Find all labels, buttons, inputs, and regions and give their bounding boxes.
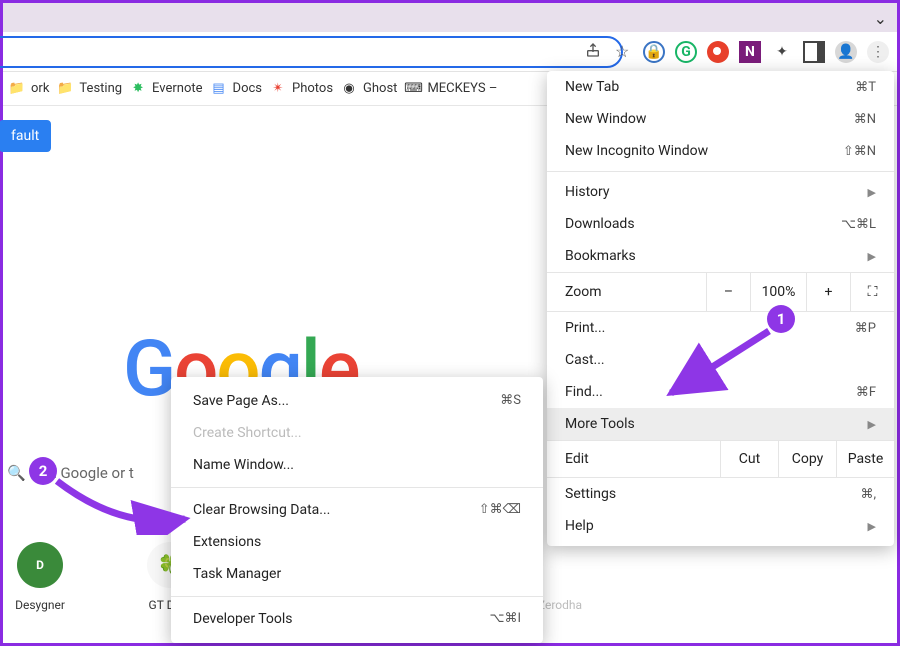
bookmark-label: Photos [292, 81, 333, 96]
menu-edit-row: Edit Cut Copy Paste [547, 440, 894, 478]
bookmark-photos[interactable]: ✴ Photos [270, 81, 333, 97]
share-icon[interactable] [585, 42, 605, 62]
folder-icon: 📁 [57, 81, 73, 97]
docs-icon: ▤ [211, 81, 227, 97]
callout-one: 1 [767, 305, 795, 333]
kebab-menu-icon[interactable]: ⋮ [867, 41, 889, 63]
cut-button[interactable]: Cut [720, 441, 778, 477]
extension-icons: 🔒 G N ✦ 👤 ⋮ [643, 41, 889, 63]
bookmark-work[interactable]: 📁 ork [9, 81, 49, 97]
zoom-label: Zoom [547, 274, 706, 310]
profile-avatar[interactable]: 👤 [835, 41, 857, 63]
default-button[interactable]: fault [0, 120, 51, 152]
shortcut-icon: D [17, 542, 63, 588]
zoom-out-button[interactable]: – [706, 273, 750, 311]
bookmark-label: Ghost [363, 81, 397, 96]
submenu-save-page[interactable]: Save Page As...⌘S [171, 385, 543, 417]
chevron-down-icon[interactable]: ⌄ [874, 9, 887, 28]
shortcut-desygner[interactable]: D Desygner [7, 542, 73, 612]
onenote-icon[interactable]: N [739, 41, 761, 63]
menu-downloads[interactable]: Downloads⌥⌘L [547, 208, 894, 240]
submenu-extensions[interactable]: Extensions [171, 526, 543, 558]
menu-zoom-row: Zoom – 100% + ⛶ [547, 272, 894, 312]
chevron-right-icon: ▶ [868, 186, 876, 199]
ghost-icon: ◉ [341, 81, 357, 97]
window-titlebar: ⌄ [3, 3, 897, 32]
bookmark-label: Testing [79, 81, 122, 96]
bookmark-docs[interactable]: ▤ Docs [211, 81, 262, 97]
omnibox-actions: ☆ [585, 42, 635, 62]
menu-new-incognito[interactable]: New Incognito Window⇧⌘N [547, 135, 894, 167]
submenu-name-window[interactable]: Name Window... [171, 449, 543, 481]
bookmark-ghost[interactable]: ◉ Ghost [341, 81, 397, 97]
browser-toolbar: ☆ 🔒 G N ✦ 👤 ⋮ [3, 32, 897, 72]
submenu-create-shortcut: Create Shortcut... [171, 417, 543, 449]
chrome-main-menu: New Tab⌘T New Window⌘N New Incognito Win… [547, 71, 894, 546]
bookmark-label: Evernote [152, 81, 202, 96]
menu-more-tools[interactable]: More Tools▶ [547, 408, 894, 440]
submenu-task-manager[interactable]: Task Manager [171, 558, 543, 590]
photos-icon: ✴ [270, 81, 286, 97]
paste-button[interactable]: Paste [836, 441, 894, 477]
bookmark-label: MECKEYS – [427, 81, 497, 96]
shortcut-label: Zerodha [538, 598, 582, 612]
more-tools-submenu: Save Page As...⌘S Create Shortcut... Nam… [171, 377, 543, 643]
grammarly-icon[interactable]: G [675, 41, 697, 63]
submenu-clear-data[interactable]: Clear Browsing Data...⇧⌘⌫ [171, 494, 543, 526]
menu-new-window[interactable]: New Window⌘N [547, 103, 894, 135]
chevron-right-icon: ▶ [868, 418, 876, 431]
search-icon: 🔍 [7, 464, 26, 482]
edit-label: Edit [547, 441, 720, 477]
bookmark-evernote[interactable]: ✸ Evernote [130, 81, 202, 97]
keyboard-icon: ⌨ [405, 81, 421, 97]
folder-icon: 📁 [9, 81, 25, 97]
submenu-dev-tools[interactable]: Developer Tools⌥⌘I [171, 603, 543, 635]
bookmark-meckeys[interactable]: ⌨ MECKEYS – [405, 81, 497, 97]
chevron-right-icon: ▶ [868, 520, 876, 533]
bookmark-testing[interactable]: 📁 Testing [57, 81, 122, 97]
zoom-in-button[interactable]: + [806, 273, 850, 311]
shortcut-label: Desygner [15, 598, 65, 612]
bookmark-label: ork [31, 81, 49, 96]
bookmark-label: Docs [233, 81, 262, 96]
menu-help[interactable]: Help▶ [547, 510, 894, 542]
address-bar[interactable] [0, 36, 623, 68]
fullscreen-button[interactable]: ⛶ [850, 273, 894, 311]
lock-extension-icon[interactable]: 🔒 [643, 41, 665, 63]
extensions-puzzle-icon[interactable]: ✦ [771, 41, 793, 63]
callout-two: 2 [29, 457, 57, 485]
menu-bookmarks[interactable]: Bookmarks▶ [547, 240, 894, 272]
sidepanel-icon[interactable] [803, 41, 825, 63]
opera-icon[interactable] [707, 41, 729, 63]
arrow-two [51, 475, 191, 535]
menu-history[interactable]: History▶ [547, 176, 894, 208]
evernote-icon: ✸ [130, 81, 146, 97]
menu-new-tab[interactable]: New Tab⌘T [547, 71, 894, 103]
star-icon[interactable]: ☆ [615, 42, 635, 62]
menu-settings[interactable]: Settings⌘, [547, 478, 894, 510]
chevron-right-icon: ▶ [868, 250, 876, 263]
arrow-one [659, 323, 779, 403]
copy-button[interactable]: Copy [778, 441, 836, 477]
